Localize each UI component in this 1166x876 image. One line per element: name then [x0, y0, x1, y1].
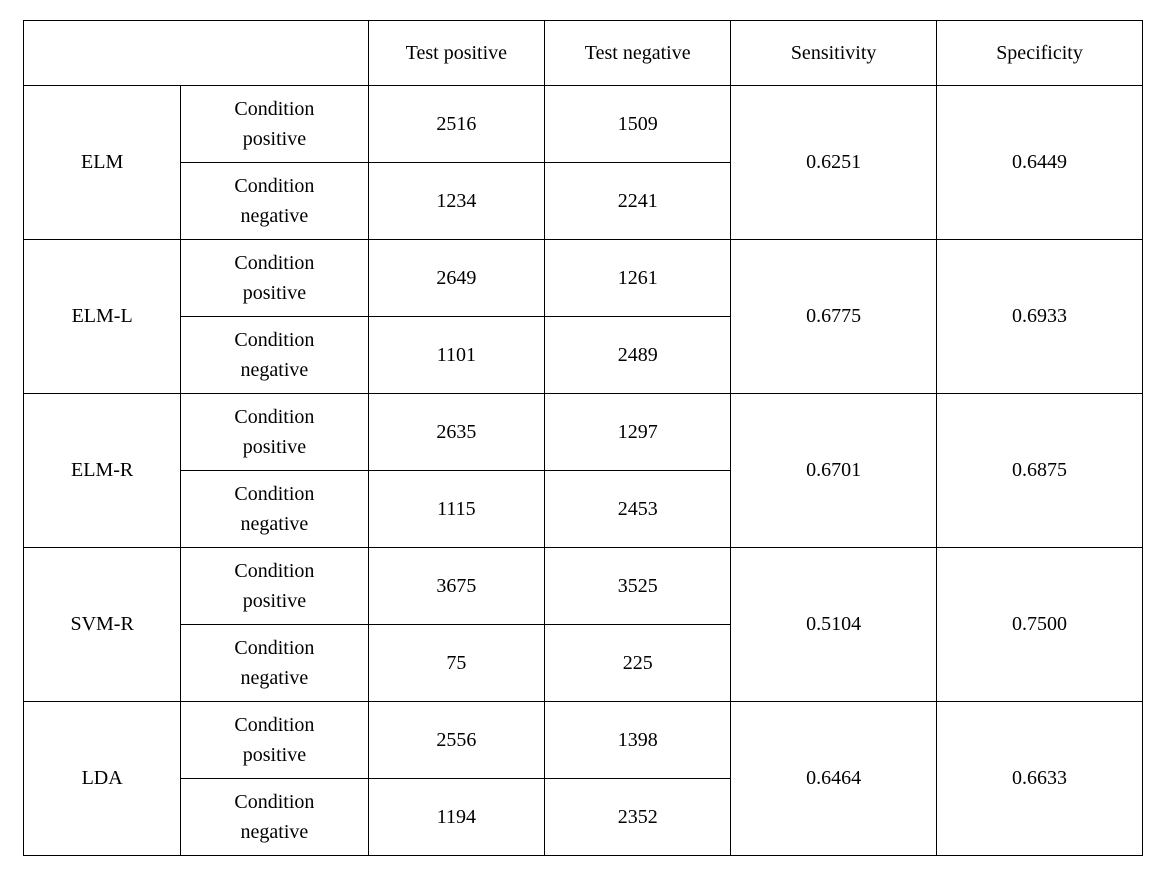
value-cell: 1398 [545, 702, 731, 779]
specificity-cell: 0.7500 [937, 548, 1143, 702]
sensitivity-cell: 0.6251 [731, 86, 937, 240]
condition-positive-label: Conditionpositive [181, 86, 368, 163]
specificity-cell: 0.6933 [937, 240, 1143, 394]
value-cell: 2635 [368, 394, 545, 471]
value-cell: 1234 [368, 163, 545, 240]
method-label: ELM [24, 86, 181, 240]
col-header-test-positive: Test positive [368, 21, 545, 86]
method-label: ELM-L [24, 240, 181, 394]
condition-negative-label: Conditionnegative [181, 317, 368, 394]
sensitivity-cell: 0.6701 [731, 394, 937, 548]
header-row: Test positive Test negative Sensitivity … [24, 21, 1143, 86]
table-row: LDA Conditionpositive 2556 1398 0.6464 0… [24, 702, 1143, 779]
specificity-cell: 0.6633 [937, 702, 1143, 856]
value-cell: 2649 [368, 240, 545, 317]
condition-negative-label: Conditionnegative [181, 471, 368, 548]
sensitivity-cell: 0.6775 [731, 240, 937, 394]
value-cell: 3675 [368, 548, 545, 625]
value-cell: 1115 [368, 471, 545, 548]
value-cell: 1194 [368, 779, 545, 856]
value-cell: 1261 [545, 240, 731, 317]
value-cell: 2556 [368, 702, 545, 779]
empty-header [24, 21, 369, 86]
value-cell: 1509 [545, 86, 731, 163]
condition-positive-label: Conditionpositive [181, 240, 368, 317]
value-cell: 1297 [545, 394, 731, 471]
value-cell: 3525 [545, 548, 731, 625]
sensitivity-cell: 0.5104 [731, 548, 937, 702]
value-cell: 1101 [368, 317, 545, 394]
specificity-cell: 0.6875 [937, 394, 1143, 548]
value-cell: 75 [368, 625, 545, 702]
col-header-specificity: Specificity [937, 21, 1143, 86]
condition-positive-label: Conditionpositive [181, 394, 368, 471]
value-cell: 225 [545, 625, 731, 702]
value-cell: 2453 [545, 471, 731, 548]
condition-negative-label: Conditionnegative [181, 163, 368, 240]
value-cell: 2489 [545, 317, 731, 394]
sensitivity-cell: 0.6464 [731, 702, 937, 856]
col-header-sensitivity: Sensitivity [731, 21, 937, 86]
table-row: ELM Conditionpositive 2516 1509 0.6251 0… [24, 86, 1143, 163]
method-label: SVM-R [24, 548, 181, 702]
value-cell: 2241 [545, 163, 731, 240]
method-label: LDA [24, 702, 181, 856]
table-row: SVM-R Conditionpositive 3675 3525 0.5104… [24, 548, 1143, 625]
metrics-table: Test positive Test negative Sensitivity … [23, 20, 1143, 856]
col-header-test-negative: Test negative [545, 21, 731, 86]
condition-positive-label: Conditionpositive [181, 702, 368, 779]
value-cell: 2352 [545, 779, 731, 856]
condition-negative-label: Conditionnegative [181, 779, 368, 856]
value-cell: 2516 [368, 86, 545, 163]
condition-negative-label: Conditionnegative [181, 625, 368, 702]
table-row: ELM-R Conditionpositive 2635 1297 0.6701… [24, 394, 1143, 471]
table-row: ELM-L Conditionpositive 2649 1261 0.6775… [24, 240, 1143, 317]
method-label: ELM-R [24, 394, 181, 548]
condition-positive-label: Conditionpositive [181, 548, 368, 625]
specificity-cell: 0.6449 [937, 86, 1143, 240]
